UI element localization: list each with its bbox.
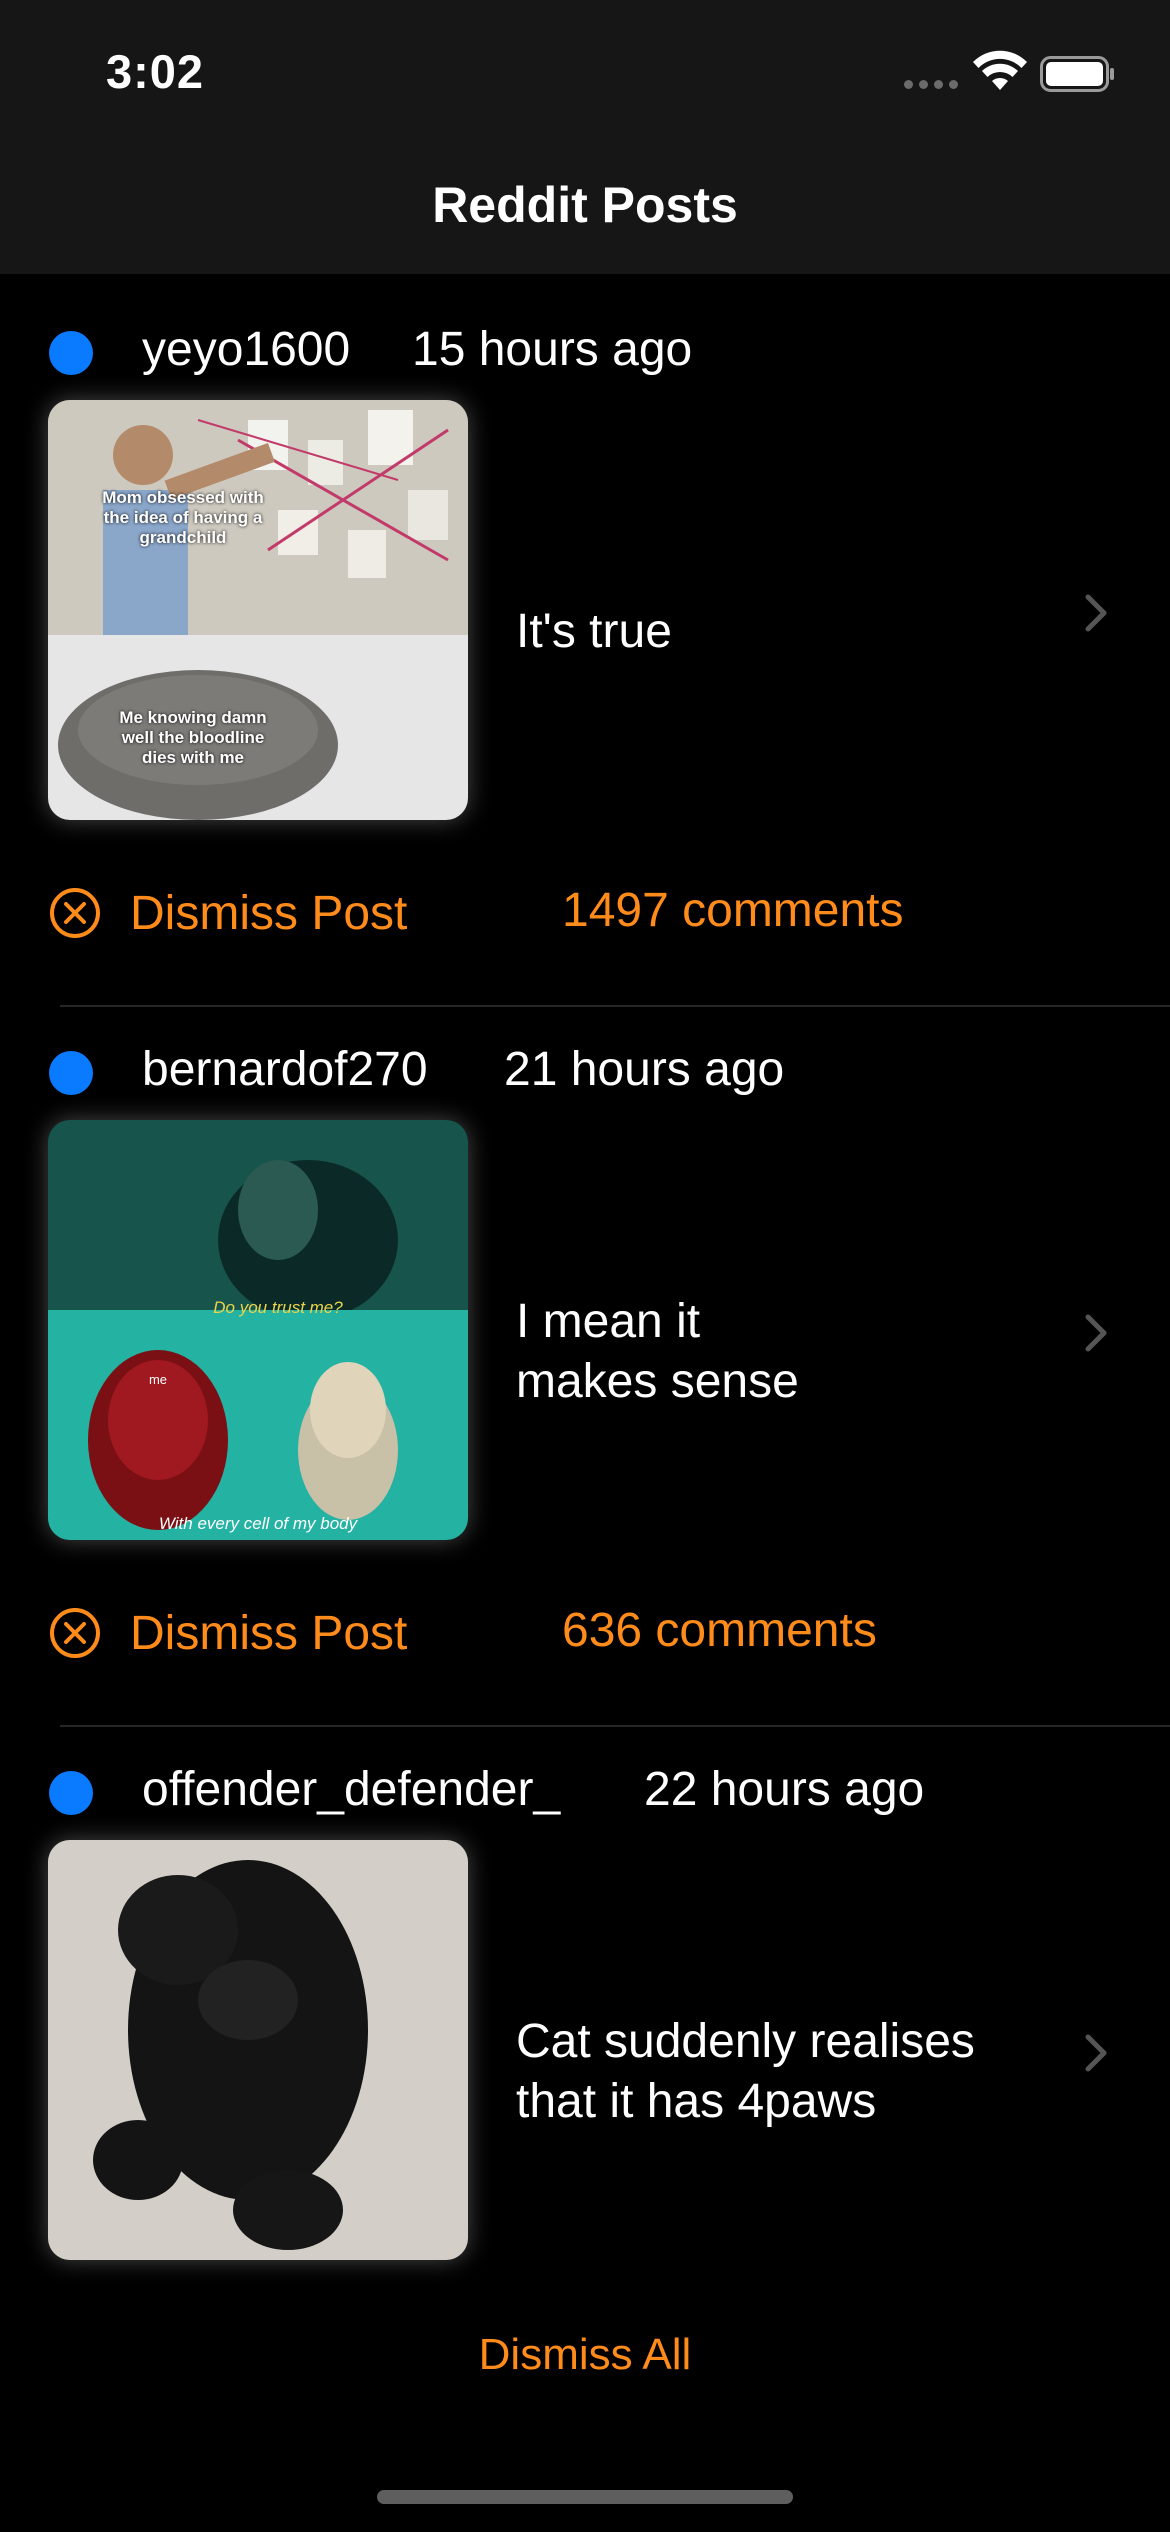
chevron-right-icon bbox=[1085, 594, 1107, 632]
signal-icon bbox=[904, 80, 958, 89]
post-thumbnail[interactable]: Do you trust me? me With every cell of m… bbox=[48, 1120, 468, 1540]
post-time: 21 hours ago bbox=[504, 1043, 785, 1096]
status-time: 3:02 bbox=[106, 45, 205, 98]
chevron-right-icon bbox=[1085, 1314, 1107, 1352]
post-thumbnail[interactable]: Mom obsessed with the idea of having a g… bbox=[48, 400, 468, 820]
post-title: It's true bbox=[516, 605, 672, 658]
chevron-right-icon bbox=[1085, 2034, 1107, 2072]
post-row[interactable]: yeyo1600 15 hours ago Mom obsessed with … bbox=[0, 308, 1170, 1028]
post-title: I mean it makes sense bbox=[516, 1295, 799, 1408]
thumbnail-caption-top: Mom obsessed with the idea of having a g… bbox=[102, 488, 264, 547]
comments-count[interactable]: 636 comments bbox=[562, 1603, 877, 1658]
post-author: bernardof270 bbox=[142, 1043, 428, 1096]
post-time: 15 hours ago bbox=[412, 323, 693, 376]
post-time: 22 hours ago bbox=[644, 1763, 925, 1816]
row-separator bbox=[60, 1005, 1170, 1007]
unread-indicator bbox=[49, 1771, 93, 1815]
thumbnail-caption-bottom: With every cell of my body bbox=[158, 1514, 358, 1533]
row-separator bbox=[60, 1725, 1170, 1727]
thumbnail-caption-bottom: Me knowing damn well the bloodline dies … bbox=[119, 708, 267, 767]
comments-count[interactable]: 1497 comments bbox=[562, 883, 904, 938]
battery-icon bbox=[1040, 56, 1114, 92]
post-header: offender_defender_ 22 hours ago bbox=[0, 1748, 1170, 1838]
post-title: Cat suddenly realises that it has 4paws bbox=[516, 2015, 975, 2128]
thumbnail-caption-top: Do you trust me? bbox=[213, 1298, 343, 1317]
post-row[interactable]: bernardof270 21 hours ago Do you trust m… bbox=[0, 1028, 1170, 1748]
post-thumbnail[interactable] bbox=[48, 1840, 468, 2260]
dismiss-all-button[interactable]: Dismiss All bbox=[0, 2330, 1170, 2380]
wifi-icon bbox=[973, 50, 1027, 90]
dismiss-label: Dismiss Post bbox=[130, 886, 408, 940]
dismiss-post-button[interactable]: Dismiss Post bbox=[48, 878, 407, 948]
page-title: Reddit Posts bbox=[432, 177, 738, 233]
dismiss-label: Dismiss Post bbox=[130, 1606, 408, 1660]
post-author: offender_defender_ bbox=[142, 1763, 561, 1816]
home-indicator[interactable] bbox=[377, 2490, 793, 2504]
unread-indicator bbox=[49, 1051, 93, 1095]
post-header: bernardof270 21 hours ago bbox=[0, 1028, 1170, 1118]
navigation-bar: 3:02 Reddit Posts bbox=[0, 0, 1170, 274]
close-circle-icon bbox=[50, 1608, 100, 1658]
post-author: yeyo1600 bbox=[142, 323, 351, 376]
dismiss-post-button[interactable]: Dismiss Post bbox=[48, 1598, 407, 1668]
thumbnail-caption-me: me bbox=[148, 1372, 168, 1387]
unread-indicator bbox=[49, 331, 93, 375]
post-header: yeyo1600 15 hours ago bbox=[0, 308, 1170, 398]
close-circle-icon bbox=[50, 888, 100, 938]
